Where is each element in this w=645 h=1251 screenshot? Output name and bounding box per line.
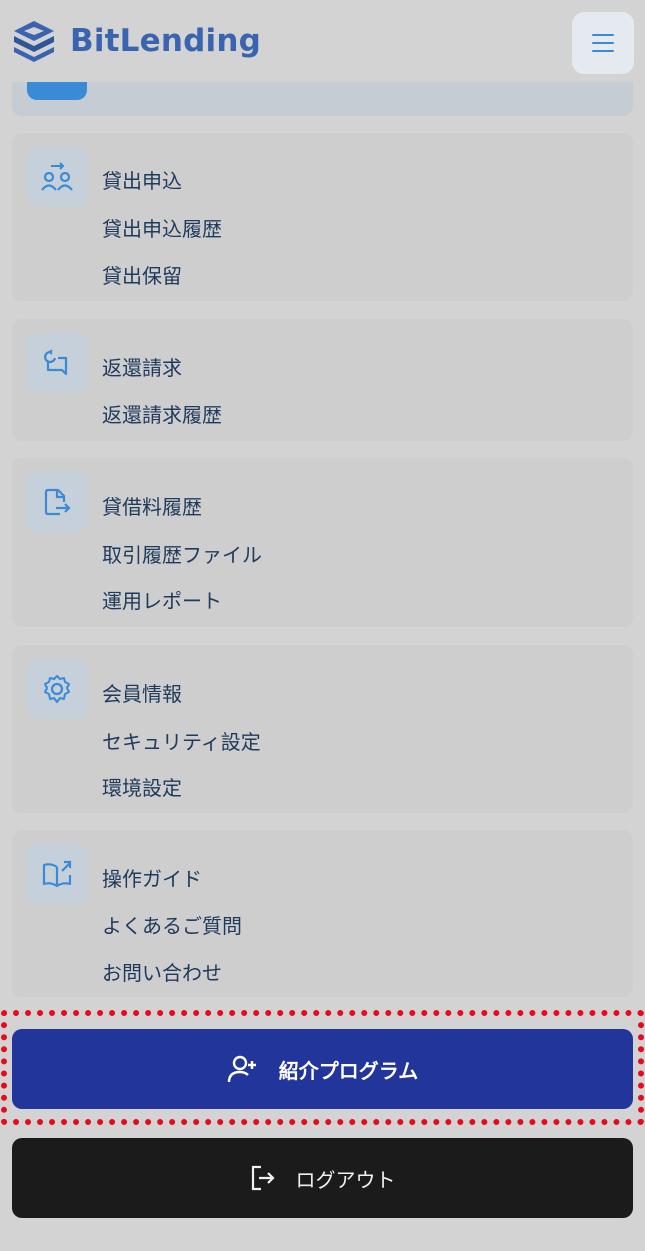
menu-item-return-history[interactable]: 返還請求履歴 [102, 399, 222, 428]
menu-item-lending-hold[interactable]: 貸出保留 [102, 260, 182, 289]
menu-group-help: 操作ガイド よくあるご質問 お問い合わせ [12, 830, 633, 997]
user-plus-icon [227, 1055, 259, 1083]
app-header: BitLending [0, 0, 645, 82]
logout-button[interactable]: ログアウト [12, 1138, 633, 1218]
logout-label: ログアウト [295, 1167, 396, 1192]
gear-icon-box [27, 659, 87, 719]
menu-item-faq[interactable]: よくあるご質問 [102, 910, 242, 939]
menu-item-return-request[interactable]: 返還請求 [102, 352, 182, 381]
book-link-icon [42, 860, 72, 888]
gear-icon [44, 675, 70, 703]
menu-item-lending-history[interactable]: 貸出申込履歴 [102, 213, 222, 242]
referral-program-button[interactable]: 紹介プログラム [12, 1029, 633, 1109]
brand-name: BitLending [70, 23, 261, 59]
menu-group-lending: 貸出申込 貸出申込履歴 貸出保留 [12, 133, 633, 301]
logo-mark-icon [14, 21, 54, 62]
menu-item-transaction-file[interactable]: 取引履歴ファイル [102, 539, 262, 568]
return-arrow-icon [44, 349, 68, 376]
file-export-icon [44, 488, 71, 516]
file-export-icon-box [27, 472, 87, 532]
hamburger-icon [592, 34, 614, 52]
menu-item-operation-report[interactable]: 運用レポート [102, 585, 222, 614]
menu-group-return: 返還請求 返還請求履歴 [12, 319, 633, 441]
menu-item-lending-apply[interactable]: 貸出申込 [102, 165, 182, 194]
return-arrow-icon-box [27, 333, 87, 393]
menu-item-operation-guide[interactable]: 操作ガイド [102, 863, 202, 892]
brand-logo[interactable]: BitLending [12, 19, 261, 63]
people-exchange-icon-box [27, 147, 87, 207]
referral-program-label: 紹介プログラム [278, 1058, 419, 1083]
menu-item-fee-history[interactable]: 貸借料履歴 [102, 491, 202, 520]
book-link-icon-box [27, 844, 87, 904]
menu-item-member-info[interactable]: 会員情報 [102, 678, 182, 707]
menu-item-security-settings[interactable]: セキュリティ設定 [102, 726, 261, 755]
people-exchange-icon [41, 162, 73, 191]
logout-icon [250, 1165, 276, 1191]
menu-group-reports: 貸借料履歴 取引履歴ファイル 運用レポート [12, 458, 633, 627]
menu-group-account: 会員情報 セキュリティ設定 環境設定 [12, 645, 633, 813]
menu-button[interactable] [572, 12, 634, 74]
menu-item-environment-settings[interactable]: 環境設定 [102, 772, 182, 801]
menu-item-contact[interactable]: お問い合わせ [102, 957, 222, 986]
